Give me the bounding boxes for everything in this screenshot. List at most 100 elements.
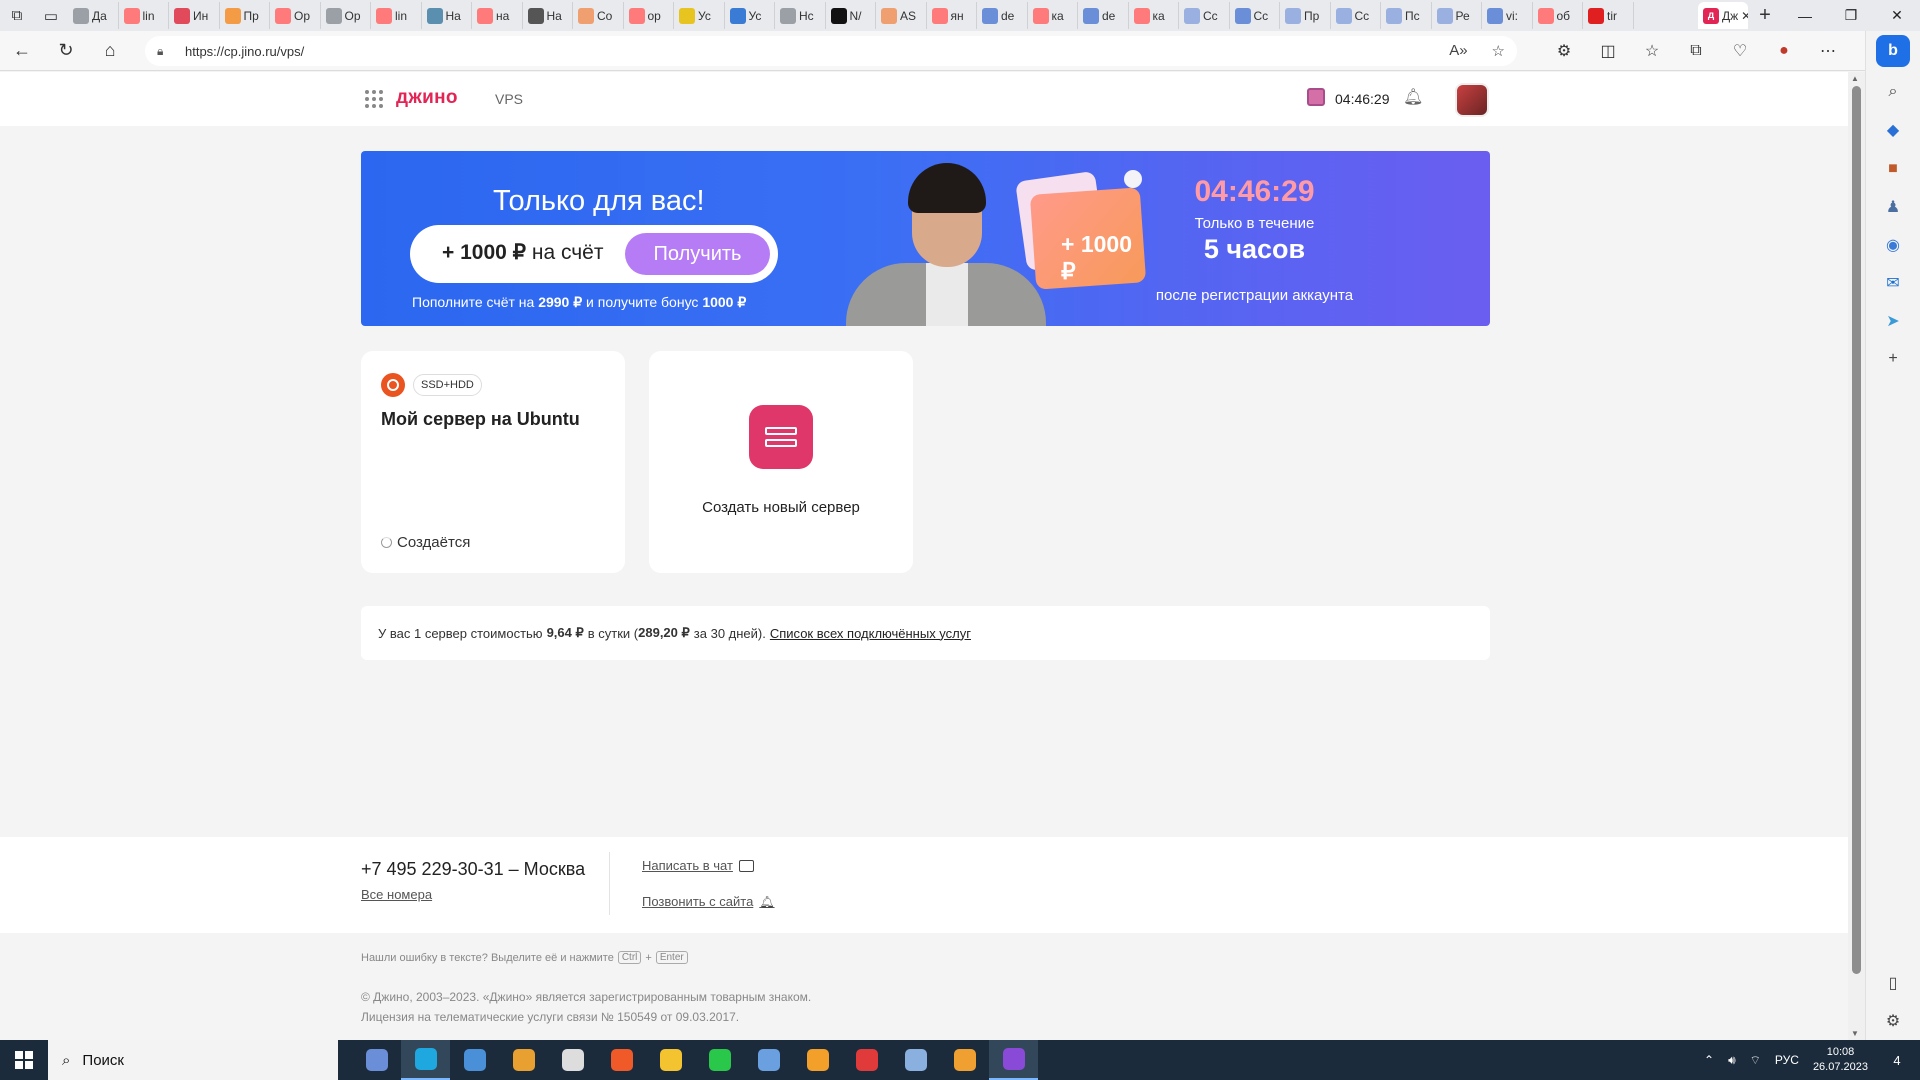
browser-tab[interactable]: lin xyxy=(119,2,169,29)
lock-icon[interactable]: 🔒︎ xyxy=(157,44,173,59)
add-sidebar-app-icon[interactable]: + xyxy=(1873,340,1913,378)
gift-icon[interactable] xyxy=(1307,88,1325,106)
clock[interactable]: 10:08 26.07.2023 xyxy=(1813,1045,1868,1075)
taskbar-app-virtualbox[interactable] xyxy=(744,1040,793,1080)
browser-tab[interactable]: ян xyxy=(927,2,977,29)
browser-tab[interactable]: Пс xyxy=(1381,2,1432,29)
browser-tab[interactable]: ор xyxy=(624,2,674,29)
browser-tab[interactable]: vi: xyxy=(1482,2,1533,29)
avatar[interactable] xyxy=(1455,83,1489,117)
extensions-icon[interactable]: ⚙ xyxy=(1542,31,1586,71)
taskbar-app-network[interactable] xyxy=(891,1040,940,1080)
search-icon[interactable]: ⌕ xyxy=(1873,73,1913,111)
split-screen-icon[interactable]: ◫ xyxy=(1586,31,1630,71)
taskbar-app-calculator[interactable] xyxy=(450,1040,499,1080)
bell-icon[interactable]: 🔔︎ xyxy=(1403,87,1423,107)
profile-icon[interactable]: ● xyxy=(1762,31,1806,71)
close-window-icon[interactable]: ✕ xyxy=(1874,0,1920,31)
browser-tab[interactable]: Сс xyxy=(1179,2,1230,29)
taskbar-app-tool[interactable] xyxy=(548,1040,597,1080)
shopping-tag-icon[interactable]: ◆ xyxy=(1873,111,1913,149)
services-list-link[interactable]: Список всех подключённых услуг xyxy=(770,626,971,641)
hide-sidebar-icon[interactable]: ▯ xyxy=(1873,964,1913,1002)
tab-actions-icon[interactable]: ▭ xyxy=(34,0,68,31)
browser-tab[interactable]: на xyxy=(472,2,523,29)
taskbar-app-taskview[interactable] xyxy=(352,1040,401,1080)
taskbar-app-edge[interactable] xyxy=(401,1040,450,1080)
restore-icon[interactable]: ❐ xyxy=(1828,0,1874,31)
volume-icon[interactable]: 🔊︎ xyxy=(1728,1053,1736,1068)
bing-copilot-icon[interactable]: b xyxy=(1876,35,1910,68)
jino-logo[interactable]: джино xyxy=(396,87,458,109)
browser-tab[interactable]: ка xyxy=(1028,2,1078,29)
apps-grid-icon[interactable] xyxy=(365,90,383,108)
more-menu-icon[interactable]: ⋯ xyxy=(1806,31,1850,71)
browser-tab[interactable]: Пр xyxy=(220,2,270,29)
browser-tab[interactable]: N/ xyxy=(826,2,876,29)
browser-tab[interactable]: Ус xyxy=(725,2,775,29)
browser-tab[interactable]: AS xyxy=(876,2,927,29)
browser-tab[interactable]: Ре xyxy=(1432,2,1482,29)
sidebar-settings-icon[interactable]: ⚙ xyxy=(1873,1002,1913,1040)
browser-tab[interactable]: Да xyxy=(68,2,119,29)
read-aloud-icon[interactable]: A» xyxy=(1449,42,1467,60)
taskbar-app-anydesk[interactable] xyxy=(842,1040,891,1080)
browser-tab[interactable]: Ор xyxy=(270,2,321,29)
server-card[interactable]: SSD+HDD Мой сервер на Ubuntu Создаётся xyxy=(361,351,625,573)
browser-essentials-icon[interactable]: ♡ xyxy=(1718,31,1762,71)
windows-start-icon[interactable] xyxy=(0,1040,48,1080)
browser-tab[interactable]: de xyxy=(1078,2,1129,29)
close-tab-icon[interactable]: ✕ xyxy=(1741,9,1748,23)
browser-tab[interactable]: об xyxy=(1533,2,1583,29)
home-icon[interactable]: ⌂ xyxy=(88,31,132,71)
browser-tab[interactable]: lin xyxy=(371,2,422,29)
tools-briefcase-icon[interactable]: ■ xyxy=(1873,149,1913,187)
page-scrollbar[interactable]: ▲ ▼ xyxy=(1848,72,1865,1040)
taskbar-app-visualstudio[interactable] xyxy=(989,1040,1038,1080)
taskbar-app-phone[interactable] xyxy=(695,1040,744,1080)
all-numbers-link[interactable]: Все номера xyxy=(361,887,432,902)
language-indicator[interactable]: РУС xyxy=(1775,1053,1799,1067)
browser-tab[interactable]: Нс xyxy=(775,2,826,29)
url-text[interactable]: https://cp.jino.ru/vps/ xyxy=(185,44,304,59)
browser-tab[interactable]: Ор xyxy=(321,2,371,29)
get-bonus-button[interactable]: Получить xyxy=(625,233,770,275)
taskbar-app-paint[interactable] xyxy=(499,1040,548,1080)
call-link[interactable]: Позвонить с сайта 🔔︎ xyxy=(642,894,775,909)
browser-tab[interactable]: На xyxy=(523,2,573,29)
taskbar-search[interactable]: ⌕ Поиск xyxy=(48,1040,338,1080)
browser-tab[interactable]: Сс xyxy=(1331,2,1381,29)
taskbar-app-explorer[interactable] xyxy=(646,1040,695,1080)
browser-tab[interactable]: ка xyxy=(1129,2,1179,29)
favorite-star-icon[interactable]: ☆ xyxy=(1492,42,1505,60)
outlook-icon[interactable]: ✉ xyxy=(1873,264,1913,302)
active-tab[interactable]: д Дж ✕ xyxy=(1698,2,1748,29)
browser-tab[interactable]: Сс xyxy=(1230,2,1280,29)
minimize-icon[interactable]: — xyxy=(1782,0,1828,31)
workspaces-icon[interactable]: ⧉ xyxy=(0,0,34,31)
chat-link-label[interactable]: Написать в чат xyxy=(642,858,733,873)
address-bar[interactable]: 🔒︎ https://cp.jino.ru/vps/ A» ☆ xyxy=(145,36,1517,66)
reload-icon[interactable]: ↻ xyxy=(44,31,88,71)
tray-overflow-icon[interactable]: ⌃ xyxy=(1704,1053,1714,1067)
favorites-icon[interactable]: ☆ xyxy=(1630,31,1674,71)
browser-tab[interactable]: de xyxy=(977,2,1028,29)
collections-icon[interactable]: ⧉ xyxy=(1674,31,1718,71)
scrollbar-thumb[interactable] xyxy=(1852,86,1861,974)
new-tab-icon[interactable]: + xyxy=(1748,0,1782,31)
browser-tab[interactable]: tir xyxy=(1583,2,1634,29)
microsoft-365-icon[interactable]: ◉ xyxy=(1873,226,1913,264)
browser-tab[interactable]: Ус xyxy=(674,2,725,29)
taskbar-app-brave[interactable] xyxy=(597,1040,646,1080)
scroll-up-icon[interactable]: ▲ xyxy=(1851,74,1859,83)
notifications-icon[interactable]: 4 xyxy=(1882,1053,1912,1068)
taskbar-app-ubuntu[interactable] xyxy=(940,1040,989,1080)
taskbar-search-label[interactable]: Поиск xyxy=(82,1052,124,1069)
games-icon[interactable]: ♟ xyxy=(1873,188,1913,226)
back-icon[interactable]: ← xyxy=(0,31,44,71)
network-icon[interactable]: ⌔ xyxy=(1750,1053,1761,1068)
create-server-card[interactable]: Создать новый сервер xyxy=(649,351,913,573)
browser-tab[interactable]: На xyxy=(422,2,472,29)
browser-tab[interactable]: Пр xyxy=(1280,2,1331,29)
drop-icon[interactable]: ➤ xyxy=(1873,302,1913,340)
